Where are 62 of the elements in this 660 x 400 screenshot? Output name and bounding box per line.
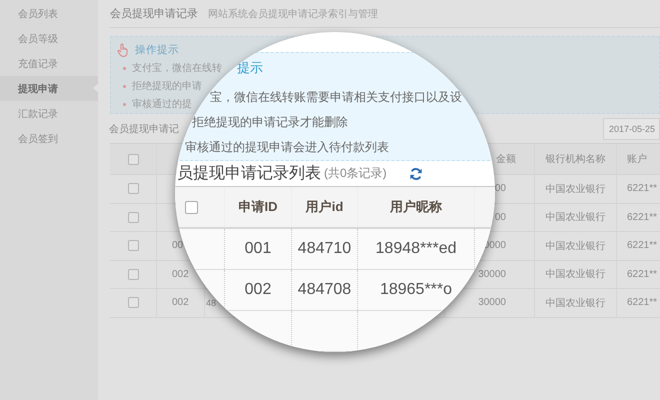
table-cell: 中国农业银行: [535, 175, 617, 202]
refresh-icon[interactable]: [408, 166, 423, 180]
sidebar-item[interactable]: 充值记录: [0, 51, 98, 76]
table-cell: 002: [225, 270, 292, 310]
table-cell: 00: [172, 240, 184, 252]
checkbox[interactable]: [128, 212, 138, 223]
checkbox[interactable]: [128, 268, 138, 280]
section-title: 会员提现申请记: [109, 122, 179, 136]
checkbox[interactable]: [128, 240, 138, 252]
table-cell: 484710: [292, 229, 358, 269]
bullet-icon: [123, 84, 126, 88]
table-cell: 001: [225, 229, 292, 269]
checkbox[interactable]: [128, 297, 138, 308]
bullet-icon: [123, 66, 126, 70]
record-count: (共0条记录): [324, 165, 387, 182]
tip-text: 拒绝提现的申请记录才能删除: [192, 114, 348, 131]
bullet-icon: [123, 102, 126, 106]
table-cell: 48: [206, 298, 216, 308]
tip-text: 审核通过的提: [132, 98, 192, 111]
column-header: 用户昵称: [358, 187, 475, 227]
table-cell: 中国农业银行: [535, 204, 617, 231]
tip-text: 宝，微信在线转账需要申请相关支付接口以及设: [210, 89, 462, 106]
table-cell: 30000: [478, 268, 506, 280]
hand-pointer-icon: [117, 43, 129, 57]
sidebar-item[interactable]: 提现申请: [0, 76, 98, 101]
table-cell: 18965***o: [358, 270, 475, 310]
sidebar-item[interactable]: 会员列表: [0, 1, 98, 26]
table-cell: 中国农业银行: [535, 232, 617, 260]
tip-text: 审核通过的提现申请会进入待付款列表: [185, 139, 389, 156]
sidebar-item[interactable]: 会员签到: [0, 126, 98, 151]
sidebar-item[interactable]: 汇款记录: [0, 101, 98, 126]
tip-text: 拒绝提现的申请: [132, 80, 202, 93]
table-cell: 中国农业银行: [535, 260, 617, 288]
column-header: 用户id: [292, 187, 358, 227]
column-header: 金额: [496, 152, 516, 166]
table-cell: 002: [172, 268, 189, 280]
list-title: 员提现申请记录列表: [177, 164, 321, 184]
checkbox[interactable]: [185, 200, 198, 214]
table-cell-text: 6221**: [626, 182, 658, 196]
page-subtitle: 网站系统会员提现申请记录索引与管理: [208, 8, 378, 20]
checkbox[interactable]: [128, 154, 138, 164]
table-cell-text: 6221**: [626, 239, 658, 254]
tips-title: 操作提示: [135, 43, 179, 57]
table-cell: 18948***ed: [358, 229, 475, 269]
tip-text: 支付宝，微信在线转: [132, 62, 222, 75]
column-header: 账户: [626, 152, 648, 167]
sidebar-item[interactable]: 会员等级: [0, 26, 98, 51]
table-cell-text: 6221**: [626, 268, 658, 282]
table-cell: 00: [494, 212, 506, 223]
page-title: 会员提现申请记录: [110, 7, 198, 21]
table-cell: 002: [172, 297, 189, 308]
table-cell: 484708: [292, 270, 358, 310]
date-field[interactable]: 2017-05-25: [603, 118, 660, 140]
table-cell: 中国农业银行: [535, 289, 617, 316]
table-cell: 30000: [478, 297, 506, 308]
tips-title: 提示: [237, 58, 263, 76]
table-cell: 00: [494, 183, 506, 194]
table-cell-text: 6221**: [626, 296, 658, 310]
table-cell-text: 6221**: [626, 210, 658, 225]
checkbox[interactable]: [128, 183, 138, 194]
column-header: 银行机构名称: [535, 144, 617, 174]
column-header: 申请ID: [225, 187, 292, 227]
